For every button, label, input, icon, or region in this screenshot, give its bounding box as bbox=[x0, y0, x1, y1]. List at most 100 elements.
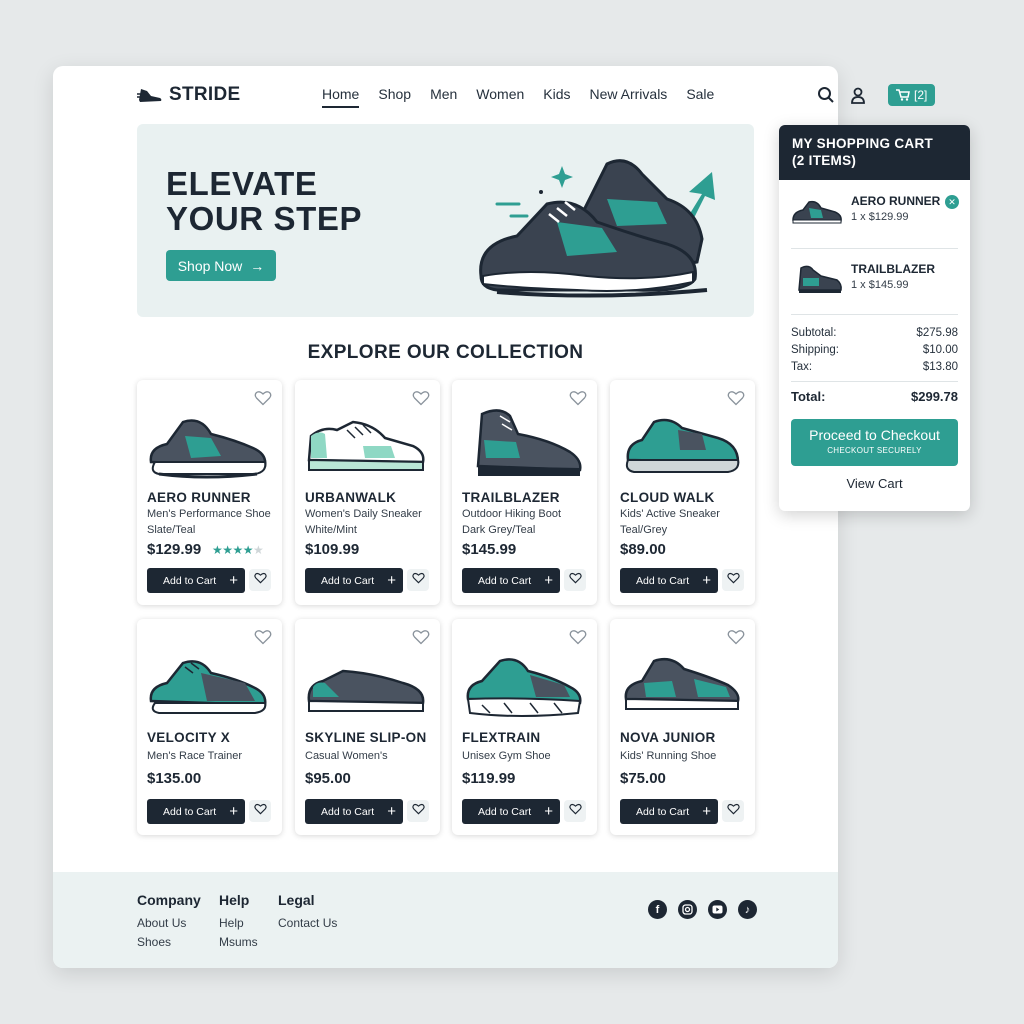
hero-title-line2: YOUR STEP bbox=[166, 200, 363, 237]
favorite-button[interactable] bbox=[407, 569, 429, 591]
product-card[interactable]: CLOUD WALK Kids' Active Sneaker Teal/Grey $… bbox=[610, 380, 755, 605]
product-image bbox=[625, 418, 740, 473]
facebook-icon[interactable]: f bbox=[648, 900, 667, 919]
plus-icon: + bbox=[229, 572, 238, 589]
divider bbox=[791, 381, 958, 382]
footer-col-help: Help Help Msums bbox=[219, 892, 258, 952]
product-name: AERO RUNNER bbox=[147, 490, 251, 505]
nav-new-arrivals[interactable]: New Arrivals bbox=[590, 86, 668, 108]
brand-logo[interactable]: STRIDE bbox=[137, 84, 240, 106]
add-to-cart-label: Add to Cart bbox=[636, 574, 690, 587]
brand-name: STRIDE bbox=[169, 84, 241, 105]
product-variant: White/Mint bbox=[305, 524, 357, 536]
heart-icon bbox=[253, 571, 267, 589]
collection-title: EXPLORE OUR COLLECTION bbox=[307, 342, 584, 363]
divider bbox=[791, 248, 958, 249]
product-card[interactable]: TRAILBLAZER Outdoor Hiking Boot Dark Grey/… bbox=[452, 380, 597, 605]
tiktok-icon[interactable]: ♪ bbox=[738, 900, 757, 919]
product-card[interactable]: VELOCITY X Men's Race Trainer $135.00 Add t… bbox=[137, 619, 282, 835]
product-variant: Teal/Grey bbox=[620, 524, 668, 536]
shop-now-label: Shop Now bbox=[177, 257, 243, 274]
footer-heading: Help bbox=[219, 892, 250, 908]
product-card[interactable]: NOVA JUNIOR Kids' Running Shoe $75.00 Add t… bbox=[610, 619, 755, 835]
nav-shop[interactable]: Shop bbox=[378, 86, 411, 108]
shoe-logo-icon bbox=[137, 89, 162, 102]
favorite-button[interactable] bbox=[564, 800, 586, 822]
shipping-label: Shipping: bbox=[791, 344, 839, 356]
view-cart-link[interactable]: View Cart bbox=[791, 476, 958, 491]
search-icon[interactable] bbox=[816, 85, 836, 105]
nav-men[interactable]: Men bbox=[430, 86, 457, 108]
favorite-button[interactable] bbox=[564, 569, 586, 591]
footer-link-about-us[interactable]: About Us bbox=[137, 914, 201, 933]
add-to-cart-button[interactable]: Add to Cart + bbox=[462, 799, 560, 824]
shipping-row: Shipping: $10.00 bbox=[791, 344, 958, 356]
product-description: Men's Performance Shoe bbox=[147, 508, 271, 520]
remove-item-icon[interactable]: ✕ bbox=[945, 195, 959, 209]
shop-now-button[interactable]: Shop Now → bbox=[166, 250, 276, 281]
hero-sneaker-image bbox=[479, 159, 715, 298]
nav-women[interactable]: Women bbox=[476, 86, 524, 108]
product-image bbox=[476, 409, 582, 476]
cart-icon bbox=[896, 89, 910, 101]
product-price: $119.99 bbox=[462, 770, 516, 787]
add-to-cart-button[interactable]: Add to Cart + bbox=[305, 799, 403, 824]
heart-icon bbox=[726, 802, 740, 820]
favorite-button[interactable] bbox=[722, 569, 744, 591]
footer-link-shoes[interactable]: Shoes bbox=[137, 933, 201, 952]
header-cart-button[interactable]: [2] bbox=[888, 84, 936, 106]
product-card[interactable]: URBANWALK Women's Daily Sneaker White/Mint… bbox=[295, 380, 440, 605]
header-actions: [2] bbox=[816, 84, 936, 106]
checkout-sublabel: CHECKOUT SECURELY bbox=[827, 446, 922, 455]
product-card[interactable]: SKYLINE SLIP-ON Casual Women's $95.00 Add t… bbox=[295, 619, 440, 835]
subtotal-row: Subtotal: $275.98 bbox=[791, 327, 958, 339]
product-card[interactable]: FLEXTRAIN Unisex Gym Shoe $119.99 Add to Ca… bbox=[452, 619, 597, 835]
plus-icon: + bbox=[702, 803, 711, 820]
nav-kids[interactable]: Kids bbox=[543, 86, 570, 108]
product-name: CLOUD WALK bbox=[620, 490, 715, 505]
nav-sale[interactable]: Sale bbox=[686, 86, 714, 108]
add-to-cart-button[interactable]: Add to Cart + bbox=[620, 799, 718, 824]
instagram-icon[interactable] bbox=[678, 900, 697, 919]
product-card[interactable]: AERO RUNNER Men's Performance Shoe Slate/T… bbox=[137, 380, 282, 605]
arrow-right-icon: → bbox=[250, 257, 265, 274]
add-to-cart-label: Add to Cart bbox=[163, 805, 217, 818]
add-to-cart-label: Add to Cart bbox=[636, 805, 690, 818]
add-to-cart-button[interactable]: Add to Cart + bbox=[147, 568, 245, 593]
add-to-cart-button[interactable]: Add to Cart + bbox=[305, 568, 403, 593]
favorite-button[interactable] bbox=[722, 800, 744, 822]
shipping-value: $10.00 bbox=[922, 344, 958, 356]
user-icon[interactable] bbox=[848, 85, 868, 105]
add-to-cart-button[interactable]: Add to Cart + bbox=[620, 568, 718, 593]
plus-icon: + bbox=[387, 572, 396, 589]
nav-home[interactable]: Home bbox=[322, 86, 360, 108]
product-name: NOVA JUNIOR bbox=[620, 730, 716, 745]
product-name: TRAILBLAZER bbox=[462, 490, 560, 505]
product-price: $95.00 bbox=[305, 770, 351, 787]
heart-icon bbox=[253, 802, 267, 820]
product-description: Outdoor Hiking Boot bbox=[462, 508, 562, 520]
favorite-button[interactable] bbox=[249, 800, 271, 822]
add-to-cart-button[interactable]: Add to Cart + bbox=[147, 799, 245, 824]
footer-link-contact-us[interactable]: Contact Us bbox=[278, 914, 337, 933]
product-image bbox=[149, 660, 267, 714]
cart-item-qty: 1 x $129.99 bbox=[851, 211, 909, 223]
proceed-to-checkout-button[interactable]: Proceed to Checkout CHECKOUT SECURELY bbox=[791, 419, 958, 466]
product-price: $129.99 bbox=[147, 541, 202, 558]
product-description: Casual Women's bbox=[305, 750, 388, 762]
shopping-cart-panel: MY SHOPPING CART (2 ITEMS) AERO RUNNER 1… bbox=[779, 125, 970, 511]
hero-title: ELEVATE YOUR STEP bbox=[166, 166, 426, 236]
social-links: f ♪ bbox=[648, 900, 757, 919]
subtotal-value: $275.98 bbox=[916, 327, 958, 339]
add-to-cart-button[interactable]: Add to Cart + bbox=[462, 568, 560, 593]
cart-item-name: TRAILBLAZER bbox=[851, 262, 935, 276]
footer-heading: Legal bbox=[278, 892, 315, 908]
youtube-icon[interactable] bbox=[708, 900, 727, 919]
favorite-button[interactable] bbox=[407, 800, 429, 822]
favorite-button[interactable] bbox=[249, 569, 271, 591]
product-description: Men's Race Trainer bbox=[147, 750, 243, 762]
footer-link-msums[interactable]: Msums bbox=[219, 933, 258, 952]
plus-icon: + bbox=[387, 803, 396, 820]
product-name: SKYLINE SLIP-ON bbox=[305, 730, 427, 745]
footer-link-help[interactable]: Help bbox=[219, 914, 258, 933]
